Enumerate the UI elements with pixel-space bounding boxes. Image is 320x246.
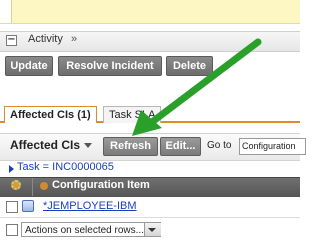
breadcrumb[interactable]: Task = INC0000065 — [17, 161, 114, 173]
triangle-right-icon[interactable] — [9, 165, 14, 173]
update-button[interactable]: Update — [5, 56, 53, 76]
refresh-button[interactable]: Refresh — [103, 137, 158, 156]
collapse-icon[interactable]: − — [6, 35, 17, 46]
resolve-incident-button[interactable]: Resolve Incident — [58, 56, 162, 76]
related-list-title: Affected CIs — [10, 138, 81, 152]
select-all-checkbox[interactable] — [6, 224, 18, 236]
top-banner — [0, 0, 300, 24]
column-header-configuration-item[interactable]: Configuration Item — [52, 179, 150, 191]
goto-select[interactable]: Configuration — [239, 138, 306, 155]
triangle-down-icon[interactable] — [84, 143, 92, 148]
tab-affected-cis[interactable]: Affected CIs (1) — [4, 106, 97, 123]
edit-button[interactable]: Edit... — [160, 137, 201, 156]
activity-label: Activity — [28, 33, 63, 45]
sort-circle-icon[interactable] — [40, 182, 48, 190]
delete-button[interactable]: Delete — [166, 56, 213, 76]
gear-icon[interactable] — [11, 180, 21, 190]
configuration-item-link[interactable]: *JEMPLOYEE-IBM — [43, 200, 137, 212]
column-divider — [32, 178, 33, 196]
actions-select[interactable]: Actions on selected rows... — [21, 222, 161, 237]
goto-label: Go to — [207, 140, 232, 151]
tab-task-sla[interactable]: Task SLA — [103, 106, 162, 123]
triangle-down-icon — [148, 228, 156, 232]
configuration-item-icon[interactable] — [22, 200, 34, 212]
top-left-block — [0, 0, 12, 23]
row-checkbox[interactable] — [6, 201, 18, 213]
double-chevron-right-icon[interactable]: » — [71, 33, 77, 45]
